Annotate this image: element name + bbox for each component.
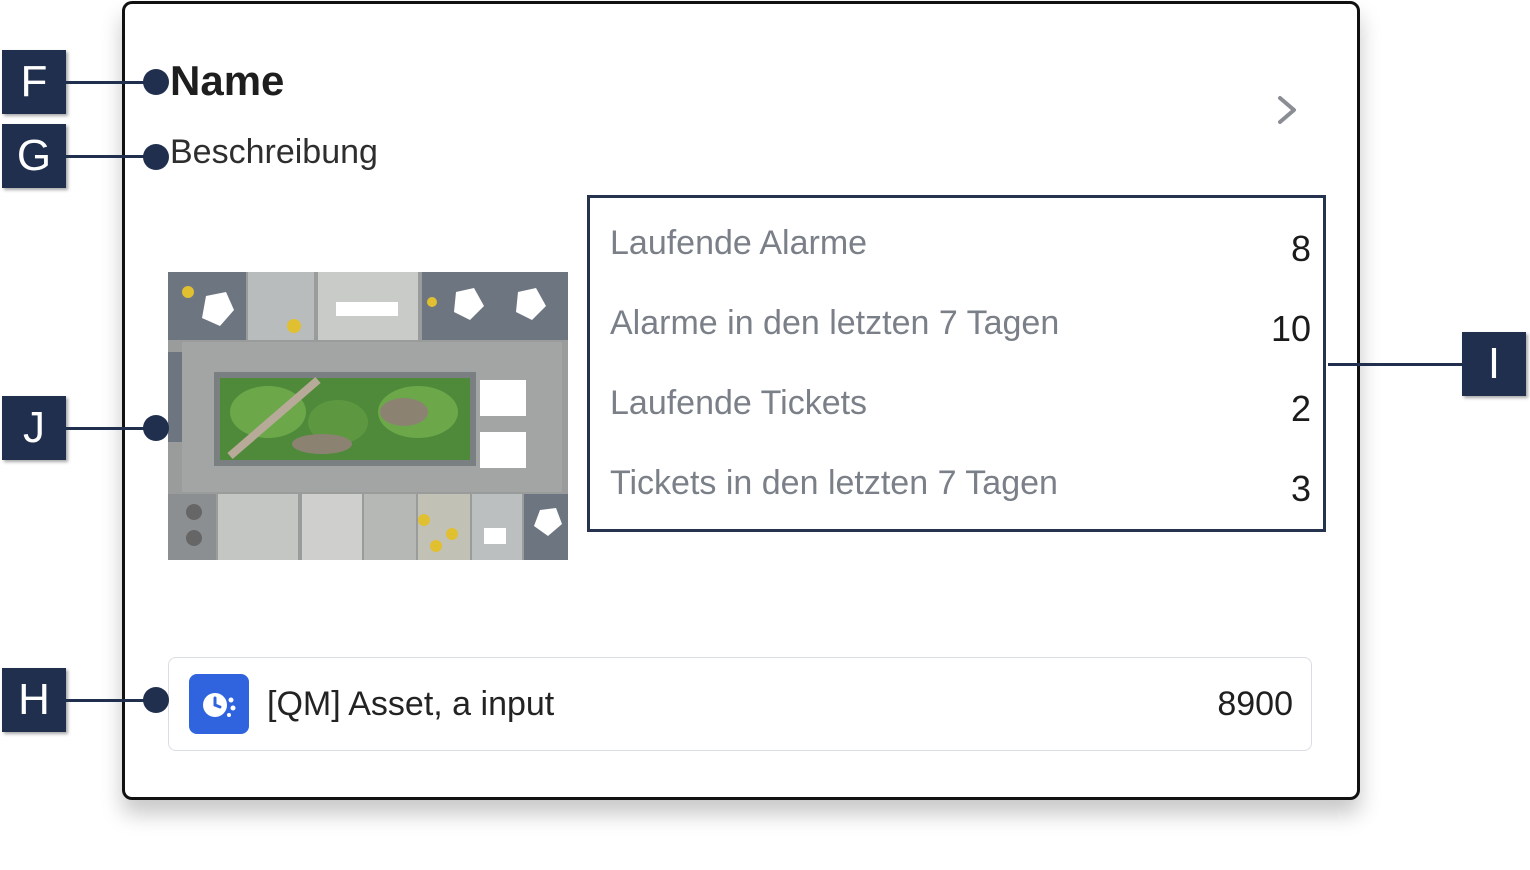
asset-label: [QM] Asset, a input [267, 685, 555, 723]
stat-row: Tickets in den letzten 7 Tagen 3 [590, 458, 1323, 509]
stat-row: Alarme in den letzten 7 Tagen 10 [590, 298, 1323, 349]
callout-g: G [2, 124, 66, 188]
callout-h-line [66, 699, 148, 702]
callout-j: J [2, 396, 66, 460]
callout-h-dot [143, 687, 169, 713]
chevron-right-icon[interactable] [1268, 88, 1308, 132]
callout-f-line [66, 81, 148, 84]
callout-g-dot [143, 144, 169, 170]
stat-value: 8 [1290, 228, 1311, 269]
stat-row: Laufende Alarme 8 [590, 218, 1323, 269]
stat-row: Laufende Tickets 2 [590, 378, 1323, 429]
callout-j-dot [143, 415, 169, 441]
callout-j-line [66, 427, 148, 430]
clock-asset-icon [189, 674, 249, 734]
asset-value: 8900 [1217, 685, 1293, 723]
callout-f-dot [143, 69, 169, 95]
card-description: Beschreibung [170, 133, 378, 171]
stat-value: 2 [1290, 388, 1311, 429]
callout-h: H [2, 668, 66, 732]
callout-f: F [2, 50, 66, 114]
asset-item[interactable]: [QM] Asset, a input 8900 [168, 657, 1312, 751]
floorplan-image [168, 272, 568, 560]
callout-g-line [66, 155, 148, 158]
stat-label: Tickets in den letzten 7 Tagen [610, 464, 1058, 502]
stat-value: 10 [1270, 308, 1311, 349]
stat-label: Laufende Tickets [610, 384, 868, 422]
card-title: Name [170, 57, 285, 104]
stats-panel: Laufende Alarme 8 Alarme in den letzten … [587, 195, 1326, 532]
stat-label: Laufende Alarme [610, 224, 868, 262]
stat-value: 3 [1290, 468, 1311, 509]
callout-i: I [1462, 332, 1526, 396]
stat-label: Alarme in den letzten 7 Tagen [610, 304, 1060, 342]
callout-i-line [1328, 363, 1464, 366]
